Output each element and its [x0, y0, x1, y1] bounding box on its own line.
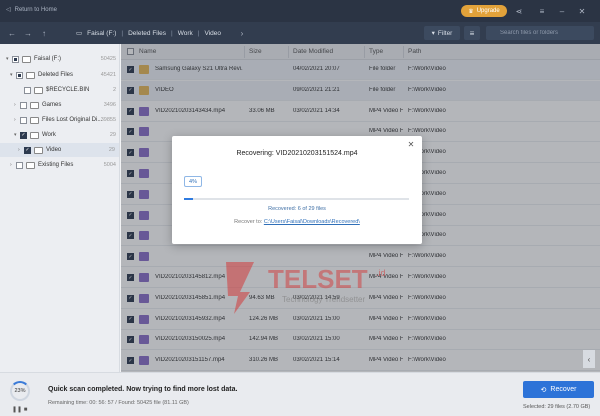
tree-item-count: 5004 — [103, 162, 116, 168]
tree-item-label: Work — [42, 132, 56, 138]
breadcrumb-item-drive[interactable]: Faisal (F:) — [87, 30, 116, 37]
trash-folder-icon — [26, 71, 35, 79]
tree-item-games[interactable]: › Games 3496 — [0, 98, 120, 112]
title-bar: ◁ Return to Home ♛ Upgrade ⋖ ≡ – ✕ — [0, 0, 600, 22]
progress-percent-badge: 4% — [184, 176, 202, 187]
tree-item-label: $RECYCLE.BIN — [46, 87, 90, 93]
drive-icon — [22, 55, 31, 63]
tree-item-count: 3496 — [103, 102, 116, 108]
status-footer: 23% ❚❚ ■ Quick scan completed. Now tryin… — [0, 372, 600, 416]
folder-tree-sidebar: ▾ Faisal (F:) 50425 ▾ Deleted Files 4542… — [0, 44, 120, 372]
folder-icon — [34, 86, 43, 94]
return-home-button[interactable]: ◁ Return to Home — [6, 6, 57, 14]
search-input[interactable] — [486, 26, 594, 40]
forward-nav-icon[interactable]: → — [22, 27, 34, 39]
crown-icon: ♛ — [468, 8, 474, 15]
breadcrumb-item-work[interactable]: Work — [178, 30, 193, 37]
tree-checkbox[interactable] — [20, 101, 27, 109]
recover-label: Recover — [550, 386, 577, 393]
upgrade-label: Upgrade — [476, 8, 500, 14]
tree-checkbox[interactable]: ✓ — [24, 146, 31, 154]
up-nav-icon[interactable]: ↑ — [38, 27, 50, 39]
tree-item-label: Deleted Files — [38, 72, 74, 78]
tree-item-count: 29 — [108, 147, 115, 153]
tree-item-drive[interactable]: ▾ Faisal (F:) 50425 — [0, 52, 120, 66]
recover-destination: Recover to: C:\Users\Faisal\Downloads\Re… — [172, 219, 422, 225]
recovered-count: Recovered: 6 of 29 files — [268, 206, 326, 212]
recovering-dialog: Recovering: VID20210203151524.mp4 ✕ 4% R… — [172, 136, 422, 244]
tree-item-existing-files[interactable]: › Existing Files 5004 — [0, 158, 120, 172]
folder-icon — [30, 131, 39, 139]
tree-item-count: 45421 — [100, 72, 116, 78]
tree-item-count: 50425 — [100, 56, 116, 62]
minimize-icon[interactable]: – — [556, 5, 568, 17]
tree-item-label: Faisal (F:) — [34, 56, 61, 62]
folder-icon — [30, 101, 39, 109]
tree-checkbox[interactable] — [16, 161, 23, 169]
tree-item-video[interactable]: › ✓ Video 29 — [0, 143, 119, 157]
return-home-label: Return to Home — [14, 6, 57, 13]
tree-item-files-lost[interactable]: › Files Lost Original Di... 39855 — [0, 113, 120, 127]
tree-checkbox[interactable]: ✓ — [20, 131, 27, 139]
tree-checkbox[interactable] — [16, 71, 23, 79]
close-icon[interactable]: ✕ — [576, 5, 588, 17]
back-nav-icon[interactable]: ← — [6, 27, 18, 39]
breadcrumb-separator: | — [171, 29, 173, 37]
filter-button[interactable]: ▾ Filter — [424, 26, 460, 40]
tree-checkbox[interactable] — [24, 86, 31, 94]
breadcrumb-separator: | — [197, 29, 200, 37]
tree-item-recycle-bin[interactable]: $RECYCLE.BIN 2 — [0, 83, 120, 97]
breadcrumb-separator: | — [121, 29, 124, 37]
recovery-progress-bar — [184, 198, 409, 200]
tree-item-label: Games — [42, 102, 62, 108]
folder-icon — [26, 161, 35, 169]
recovery-progress-fill — [184, 198, 193, 200]
tree-item-deleted-files[interactable]: ▾ Deleted Files 45421 — [0, 68, 120, 82]
breadcrumb-expand-icon[interactable]: › — [236, 27, 248, 39]
pause-scan-icon[interactable]: ❚❚ ■ — [12, 406, 27, 413]
dialog-title: Recovering: VID20210203151524.mp4 — [236, 150, 358, 157]
breadcrumb: ▭ Faisal (F:) | Deleted Files | Work | V… — [76, 29, 222, 38]
share-icon[interactable]: ⋖ — [513, 5, 525, 17]
scan-status-details: Remaining time: 00: 56: 57 / Found: 5042… — [48, 400, 189, 406]
back-arrow-icon: ◁ — [6, 7, 11, 13]
tree-item-work[interactable]: ▾ ✓ Work 29 — [0, 128, 120, 142]
folder-icon — [30, 116, 39, 124]
filter-icon: ▾ — [431, 30, 435, 37]
drive-icon: ▭ — [76, 30, 83, 37]
recover-button[interactable]: ⟲ Recover — [523, 381, 594, 398]
view-menu-button[interactable]: ≡ — [464, 26, 480, 40]
settings-menu-icon[interactable]: ≡ — [536, 5, 548, 17]
breadcrumb-item-video[interactable]: Video — [205, 30, 222, 37]
upgrade-button[interactable]: ♛ Upgrade — [461, 5, 507, 17]
dialog-close-icon[interactable]: ✕ — [406, 140, 416, 150]
recover-path-link[interactable]: C:\Users\Faisal\Downloads\Recovered\ — [264, 219, 360, 225]
tree-item-count: 39855 — [100, 117, 116, 123]
breadcrumb-item-deleted[interactable]: Deleted Files — [128, 30, 166, 37]
tree-item-count: 29 — [109, 132, 116, 138]
folder-icon — [34, 146, 43, 154]
selected-files-info: Selected: 29 files (2.70 GB) — [523, 404, 591, 410]
scan-status-message: Quick scan completed. Now trying to find… — [48, 386, 238, 393]
tree-item-label: Video — [46, 147, 62, 153]
tree-item-count: 2 — [112, 87, 116, 93]
tree-item-label: Files Lost Original Di... — [42, 117, 103, 123]
filter-label: Filter — [437, 29, 453, 37]
navigation-bar: ← → ↑ ▭ Faisal (F:) | Deleted Files | Wo… — [0, 22, 600, 44]
scan-progress-ring: 23% — [10, 381, 30, 401]
tree-item-label: Existing Files — [38, 162, 74, 168]
collapse-panel-icon[interactable]: ‹ — [583, 350, 595, 368]
scan-percent: 23% — [14, 388, 26, 394]
recover-icon: ⟲ — [540, 386, 547, 394]
tree-checkbox[interactable] — [12, 55, 19, 63]
recover-to-label: Recover to: — [234, 219, 263, 225]
tree-checkbox[interactable] — [20, 116, 27, 124]
